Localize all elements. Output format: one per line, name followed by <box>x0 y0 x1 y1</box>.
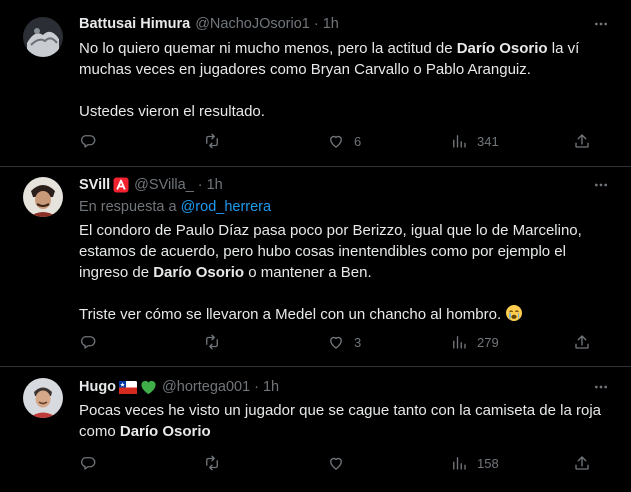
text-segment: No lo quiero quemar ni mucho menos, pero… <box>79 40 457 57</box>
like-button[interactable] <box>327 453 354 473</box>
action-bar: 6 341 <box>0 131 631 151</box>
user-handle[interactable]: @SVilla_ <box>134 177 194 193</box>
display-name[interactable]: Battusai Himura <box>79 16 190 32</box>
reply-target-link[interactable]: @rod_herrera <box>181 199 271 215</box>
display-name[interactable]: SVill <box>79 177 110 193</box>
bold-keyword: Darío Osorio <box>119 423 211 440</box>
tweet-text: El condoro de Paulo Díaz pasa poco por B… <box>79 220 609 328</box>
text-segment: Ustedes vieron el resultado. <box>79 103 265 120</box>
tweet-paragraph: Pocas veces he visto un jugador que se c… <box>79 400 609 442</box>
display-name[interactable]: Hugo <box>79 379 116 395</box>
avatar[interactable] <box>23 378 63 418</box>
tweet-text: Pocas veces he visto un jugador que se c… <box>79 400 609 442</box>
view-count: 279 <box>477 334 499 350</box>
timestamp[interactable]: 1h <box>323 16 339 32</box>
reply-button[interactable] <box>79 453 106 473</box>
action-bar: 158 <box>0 453 631 473</box>
reply-button[interactable] <box>79 332 106 352</box>
retweet-button[interactable] <box>203 332 221 352</box>
retweet-button[interactable] <box>203 453 221 473</box>
reply-icon <box>81 135 96 148</box>
more-button[interactable] <box>591 14 611 34</box>
red-a-badge-icon <box>113 177 129 193</box>
avatar[interactable] <box>23 17 63 57</box>
share-icon <box>575 456 589 470</box>
tweet-2[interactable]: SVill @SVilla_ · 1h En respuesta a @rod_… <box>0 167 631 367</box>
views-icon <box>453 135 466 148</box>
more-icon <box>595 22 607 26</box>
reply-context: En respuesta a @rod_herrera <box>79 199 271 215</box>
views-button[interactable]: 279 <box>450 332 499 352</box>
reply-icon <box>81 457 96 470</box>
timestamp[interactable]: 1h <box>263 379 279 395</box>
share-icon <box>575 335 589 349</box>
avatar[interactable] <box>23 177 63 217</box>
tweet-paragraph: Ustedes vieron el resultado. <box>79 101 609 122</box>
tweet-1[interactable]: Battusai Himura @NachoJOsorio1 · 1h No l… <box>0 0 631 167</box>
views-button[interactable]: 341 <box>450 131 499 151</box>
tweet-paragraph: Triste ver cómo se llevaron a Medel con … <box>79 304 609 328</box>
views-button[interactable]: 158 <box>450 453 499 473</box>
like-count: 3 <box>354 334 362 350</box>
tweet-paragraph: El condoro de Paulo Díaz pasa poco por B… <box>79 220 609 283</box>
separator: · <box>197 177 203 193</box>
user-handle[interactable]: @NachoJOsorio1 <box>195 16 310 32</box>
tweet-text: No lo quiero quemar ni mucho menos, pero… <box>79 38 609 122</box>
views-icon <box>453 457 466 470</box>
timestamp[interactable]: 1h <box>207 177 223 193</box>
reply-prefix: En respuesta a <box>79 199 181 215</box>
tweet-header: Hugo @hortega001 · 1h <box>79 377 279 397</box>
reply-button[interactable] <box>79 131 106 151</box>
heart-icon <box>330 457 342 470</box>
tweet-header: Battusai Himura @NachoJOsorio1 · 1h <box>79 14 339 34</box>
like-count: 6 <box>354 133 362 149</box>
more-button[interactable] <box>591 377 611 397</box>
avatar-image <box>23 17 63 57</box>
heart-icon <box>330 336 342 349</box>
separator: · <box>254 379 259 395</box>
views-icon <box>453 336 466 349</box>
share-icon <box>575 134 589 148</box>
bold-keyword: Darío Osorio <box>456 40 548 57</box>
user-handle[interactable]: @hortega001 <box>162 379 250 395</box>
retweet-icon <box>206 133 218 149</box>
view-count: 158 <box>477 455 499 471</box>
like-button[interactable]: 6 <box>327 131 361 151</box>
avatar-image <box>23 177 63 217</box>
share-button[interactable] <box>573 332 591 352</box>
tweet-header: SVill @SVilla_ · 1h <box>79 175 223 195</box>
action-bar: 3 279 <box>0 332 631 352</box>
tweet-paragraph: No lo quiero quemar ni mucho menos, pero… <box>79 38 609 80</box>
more-icon <box>595 183 607 187</box>
tweet-thread: Battusai Himura @NachoJOsorio1 · 1h No l… <box>0 0 631 492</box>
share-button[interactable] <box>573 453 591 473</box>
more-icon <box>595 385 607 389</box>
chile-flag-icon <box>119 380 138 394</box>
more-button[interactable] <box>591 175 611 195</box>
text-segment: Triste ver cómo se llevaron a Medel con … <box>79 306 506 323</box>
avatar-image <box>23 378 63 418</box>
retweet-button[interactable] <box>203 131 221 151</box>
like-button[interactable]: 3 <box>327 332 361 352</box>
crying-face-emoji <box>505 304 523 328</box>
retweet-icon <box>206 455 218 471</box>
green-heart-icon <box>140 379 157 395</box>
view-count: 341 <box>477 133 499 149</box>
tweet-3[interactable]: Hugo @hortega001 · 1h Pocas veces he vis… <box>0 367 631 492</box>
separator: · <box>313 16 319 32</box>
text-segment: o mantener a Ben. <box>244 264 372 281</box>
reply-icon <box>81 336 96 349</box>
bold-keyword: Darío Osorio <box>153 264 245 281</box>
retweet-icon <box>206 334 218 350</box>
share-button[interactable] <box>573 131 591 151</box>
heart-icon <box>330 135 342 148</box>
